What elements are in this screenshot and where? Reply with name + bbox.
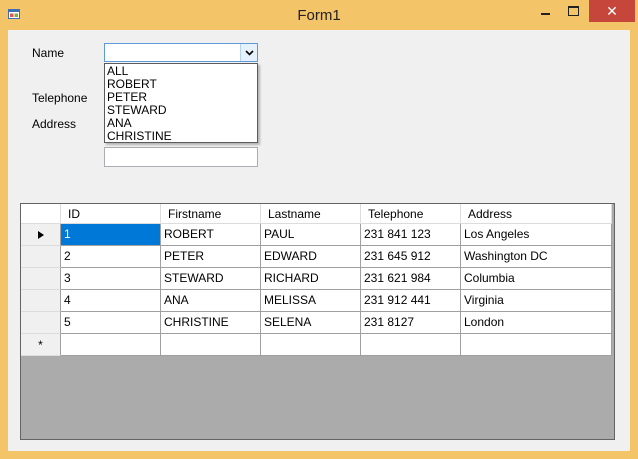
close-icon: ✕ bbox=[606, 2, 618, 19]
column-header-telephone[interactable]: Telephone bbox=[361, 204, 461, 224]
cell-telephone[interactable]: 231 841 123 bbox=[361, 224, 461, 246]
name-label: Name bbox=[32, 46, 65, 60]
row-header[interactable] bbox=[21, 224, 61, 246]
maximize-button[interactable] bbox=[559, 0, 587, 22]
name-combobox[interactable] bbox=[104, 43, 258, 62]
grid-corner-header[interactable] bbox=[21, 204, 61, 224]
cell-id[interactable] bbox=[61, 334, 161, 356]
cell-address[interactable]: Columbia bbox=[461, 268, 612, 290]
chevron-down-icon bbox=[244, 49, 254, 56]
cell-address[interactable]: Washington DC bbox=[461, 246, 612, 268]
table-row[interactable]: 4 ANA MELISSA 231 912 441 Virginia bbox=[21, 290, 612, 312]
cell-lastname[interactable]: MELISSA bbox=[261, 290, 361, 312]
cell-id[interactable]: 4 bbox=[61, 290, 161, 312]
cell-id[interactable]: 3 bbox=[61, 268, 161, 290]
cell-telephone[interactable]: 231 8127 bbox=[361, 312, 461, 334]
cell-address[interactable] bbox=[461, 334, 612, 356]
cell-firstname[interactable] bbox=[161, 334, 261, 356]
table-row[interactable]: 3 STEWARD RICHARD 231 621 984 Columbia bbox=[21, 268, 612, 290]
row-header[interactable] bbox=[21, 290, 61, 312]
row-header[interactable]: * bbox=[21, 334, 61, 356]
row-header[interactable] bbox=[21, 268, 61, 290]
cell-firstname[interactable]: ROBERT bbox=[161, 224, 261, 246]
column-header-firstname[interactable]: Firstname bbox=[161, 204, 261, 224]
telephone-label: Telephone bbox=[32, 91, 88, 105]
cell-lastname[interactable]: EDWARD bbox=[261, 246, 361, 268]
new-row[interactable]: * bbox=[21, 334, 612, 356]
cell-firstname[interactable]: ANA bbox=[161, 290, 261, 312]
grid-header-row: ID Firstname Lastname Telephone Address bbox=[21, 204, 612, 224]
table-row[interactable]: 2 PETER EDWARD 231 645 912 Washington DC bbox=[21, 246, 612, 268]
new-row-marker: * bbox=[38, 337, 43, 352]
cell-telephone[interactable]: 231 912 441 bbox=[361, 290, 461, 312]
address-label: Address bbox=[32, 117, 77, 131]
cell-address[interactable]: Los Angeles bbox=[461, 224, 612, 246]
cell-id[interactable]: 1 bbox=[61, 224, 161, 246]
form-client-area: Name Telephone Address ALL ROBERT PETER … bbox=[8, 30, 630, 451]
minimize-icon bbox=[540, 13, 550, 15]
cell-firstname[interactable]: CHRISTINE bbox=[161, 312, 261, 334]
cell-lastname[interactable]: PAUL bbox=[261, 224, 361, 246]
name-dropdown-list: ALL ROBERT PETER STEWARD ANA CHRISTINE bbox=[104, 63, 258, 143]
cell-telephone[interactable] bbox=[361, 334, 461, 356]
cell-address[interactable]: Virginia bbox=[461, 290, 612, 312]
data-grid[interactable]: ID Firstname Lastname Telephone Address … bbox=[20, 203, 615, 440]
cell-firstname[interactable]: PETER bbox=[161, 246, 261, 268]
close-button[interactable]: ✕ bbox=[589, 0, 635, 22]
cell-lastname[interactable] bbox=[261, 334, 361, 356]
title-bar[interactable]: Form1 ✕ bbox=[0, 0, 638, 30]
table-row[interactable]: 5 CHRISTINE SELENA 231 8127 London bbox=[21, 312, 612, 334]
minimize-button[interactable] bbox=[531, 0, 559, 22]
cell-lastname[interactable]: SELENA bbox=[261, 312, 361, 334]
cell-telephone[interactable]: 231 621 984 bbox=[361, 268, 461, 290]
column-header-address[interactable]: Address bbox=[461, 204, 612, 224]
cell-telephone[interactable]: 231 645 912 bbox=[361, 246, 461, 268]
cell-id[interactable]: 5 bbox=[61, 312, 161, 334]
cell-address[interactable]: London bbox=[461, 312, 612, 334]
cell-lastname[interactable]: RICHARD bbox=[261, 268, 361, 290]
combobox-dropdown-button[interactable] bbox=[240, 44, 257, 61]
maximize-icon bbox=[567, 6, 579, 16]
table-row[interactable]: 1 ROBERT PAUL 231 841 123 Los Angeles bbox=[21, 224, 612, 246]
form1-window: Form1 ✕ Name Telephone Address ALL ROBER… bbox=[0, 0, 638, 459]
current-row-arrow-icon bbox=[37, 230, 44, 239]
row-header[interactable] bbox=[21, 312, 61, 334]
dropdown-option[interactable]: CHRISTINE bbox=[105, 130, 257, 143]
cell-id[interactable]: 2 bbox=[61, 246, 161, 268]
cell-firstname[interactable]: STEWARD bbox=[161, 268, 261, 290]
row-header[interactable] bbox=[21, 246, 61, 268]
address-field[interactable] bbox=[104, 147, 258, 167]
column-header-id[interactable]: ID bbox=[61, 204, 161, 224]
column-header-lastname[interactable]: Lastname bbox=[261, 204, 361, 224]
